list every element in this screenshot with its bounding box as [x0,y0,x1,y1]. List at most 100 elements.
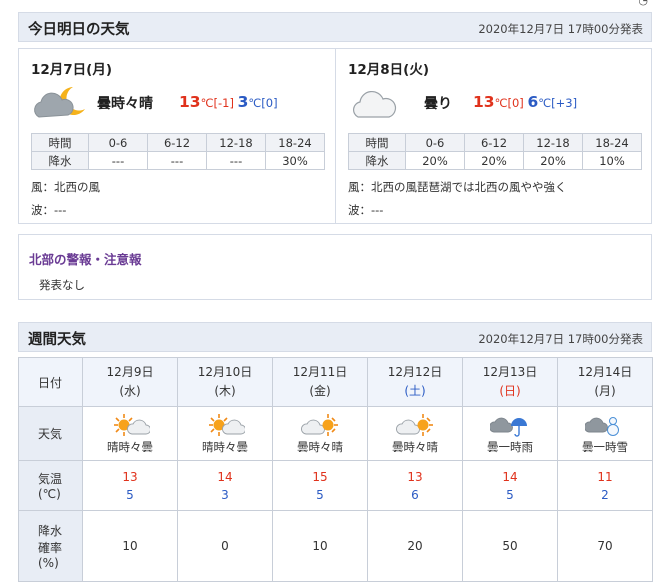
weather-cell: 曇時々晴 [272,406,368,461]
day-of-week-sunday: (日) [499,384,521,398]
cloud-icon [352,90,397,118]
weekly-title: 週間天気 [28,332,86,348]
date-cell: 12月9日 (水) [82,357,178,407]
rain-value-row: 降水 --- --- --- 30% [31,151,325,170]
weather-cell: 晴時々曇 [177,406,273,461]
weather-row-label: 天気 [18,406,83,461]
weather-cell: 曇一時雨 [462,406,558,461]
cloudy-night-moon-icon [34,87,85,118]
rain-value-cell: 30% [265,151,325,170]
today-high: 13 [179,93,201,111]
today-low-diff: ℃[0] [248,96,278,110]
tomorrow-high-diff: ℃[0] [494,96,524,110]
tomorrow-low-diff: ℃[+3] [538,96,578,110]
rain-value-cell: --- [147,151,207,170]
rain-header-row: 時間 0-6 6-12 12-18 18-24 [31,133,325,152]
tomorrow-wind: 風：北西の風琵琶湖では北西の風やや強く [348,180,567,194]
date-cell: 12月11日 (金) [272,357,368,407]
tomorrow-high: 13 [473,93,495,111]
today-wind: 風：北西の風 [31,180,100,194]
today-low: 3 [237,93,249,111]
warnings-box: 北部の警報・注意報 発表なし [18,234,652,300]
weather-text: 曇時々晴 [392,440,438,454]
temp-high: 14 [217,469,233,484]
precip-cell: 20 [367,510,463,582]
temp-high: 13 [407,469,423,484]
tomorrow-forecast-card: 12月8日(火) 曇り 13℃[0] 6℃[+3] 時間 0-6 6-12 12… [335,48,652,224]
today-tomorrow-header: 今日明日の天気 2020年12月7日 17時00分発表 [18,12,652,42]
weather-cell: 曇時々晴 [367,406,463,461]
today-high-diff: ℃[-1] [200,96,234,110]
rain-header-cell: 0-6 [405,133,465,152]
temperature-cell: 14 5 [462,460,558,511]
precip-cell: 70 [557,510,653,582]
clipped-link-icon: ◔ [638,0,648,7]
top-clipped-strip: ◔ [0,0,662,10]
temperature-label-line: 気温 [38,472,63,486]
temp-high: 13 [122,469,138,484]
sun-cloud-icon [114,414,150,436]
temp-low: 3 [221,487,229,502]
precip-cell: 10 [272,510,368,582]
day-of-week: (月) [594,384,616,398]
weekly-date-row: 日付 12月9日 (水) 12月10日 (木) 12月11日 (金) 12月12日 (土… [18,357,653,407]
precip-label-unit: (%) [38,556,59,570]
weather-cell: 曇一時雪 [557,406,653,461]
rain-header-cell: 18-24 [265,133,325,152]
temp-low: 5 [506,487,514,502]
date-cell: 12月14日 (月) [557,357,653,407]
temp-low: 6 [411,487,419,502]
rain-header-cell: 12-18 [523,133,583,152]
warnings-text: 発表なし [39,278,85,292]
date-text: 12月14日 [577,365,633,379]
temperature-row-label: 気温 (℃) [18,460,83,511]
day-date: 12月7日(月) [31,62,113,78]
date-row-label: 日付 [18,357,83,407]
date-text: 12月13日 [482,365,538,379]
rain-value-cell: 降水 [348,151,406,170]
tomorrow-weather-text: 曇り [424,96,452,112]
rain-header-cell: 0-6 [88,133,148,152]
warnings-title: 北部の警報・注意報 [29,252,142,267]
date-cell: 12月10日 (木) [177,357,273,407]
rain-header-cell: 時間 [31,133,89,152]
day-of-week: (木) [214,384,236,398]
rain-header-cell: 12-18 [206,133,266,152]
rain-value-cell: --- [206,151,266,170]
temp-low: 5 [126,487,134,502]
tomorrow-wave: 波：--- [348,203,384,217]
precip-label-line1: 降水 [38,524,63,538]
temperature-cell: 14 3 [177,460,273,511]
weather-text: 晴時々曇 [202,440,248,454]
weekly-temperature-row: 気温 (℃) 13 5 14 3 15 5 13 6 14 5 11 2 [18,460,653,511]
cloud-umbrella-icon [490,417,527,437]
rain-value-cell: 20% [405,151,465,170]
temp-high: 11 [597,469,613,484]
sun-cloud-icon [209,414,245,436]
rain-header-cell: 6-12 [147,133,207,152]
cloud-snowman-icon [585,417,619,436]
rain-value-cell: 20% [464,151,524,170]
temp-low: 2 [601,487,609,502]
today-tomorrow-published: 2020年12月7日 17時00分発表 [478,22,643,36]
rain-header-cell: 時間 [348,133,406,152]
precip-row-label: 降水確率 (%) [18,510,83,582]
cloud-sun-icon [396,414,433,436]
temperature-cell: 11 2 [557,460,653,511]
precip-label-line2: 確率 [38,541,63,555]
weekly-precip-row: 降水 確率 (%) 10 0 10 20 50 70 [18,510,653,582]
weekly-published: 2020年12月7日 17時00分発表 [478,332,643,346]
today-temperatures: 13℃[-1] 3℃[0] [179,93,278,111]
rain-value-row: 降水 20% 20% 20% 10% [348,151,642,170]
temperature-cell: 13 6 [367,460,463,511]
date-text: 12月12日 [387,365,443,379]
rain-value-cell: --- [88,151,148,170]
today-rain-table: 時間 0-6 6-12 12-18 18-24 降水 --- --- --- 3… [31,133,325,170]
tomorrow-low: 6 [527,93,539,111]
rain-value-cell: 10% [582,151,642,170]
temp-high: 15 [312,469,328,484]
temperature-cell: 13 5 [82,460,178,511]
weather-text: 曇一時雨 [487,440,533,454]
precip-cell: 10 [82,510,178,582]
rain-header-cell: 18-24 [582,133,642,152]
